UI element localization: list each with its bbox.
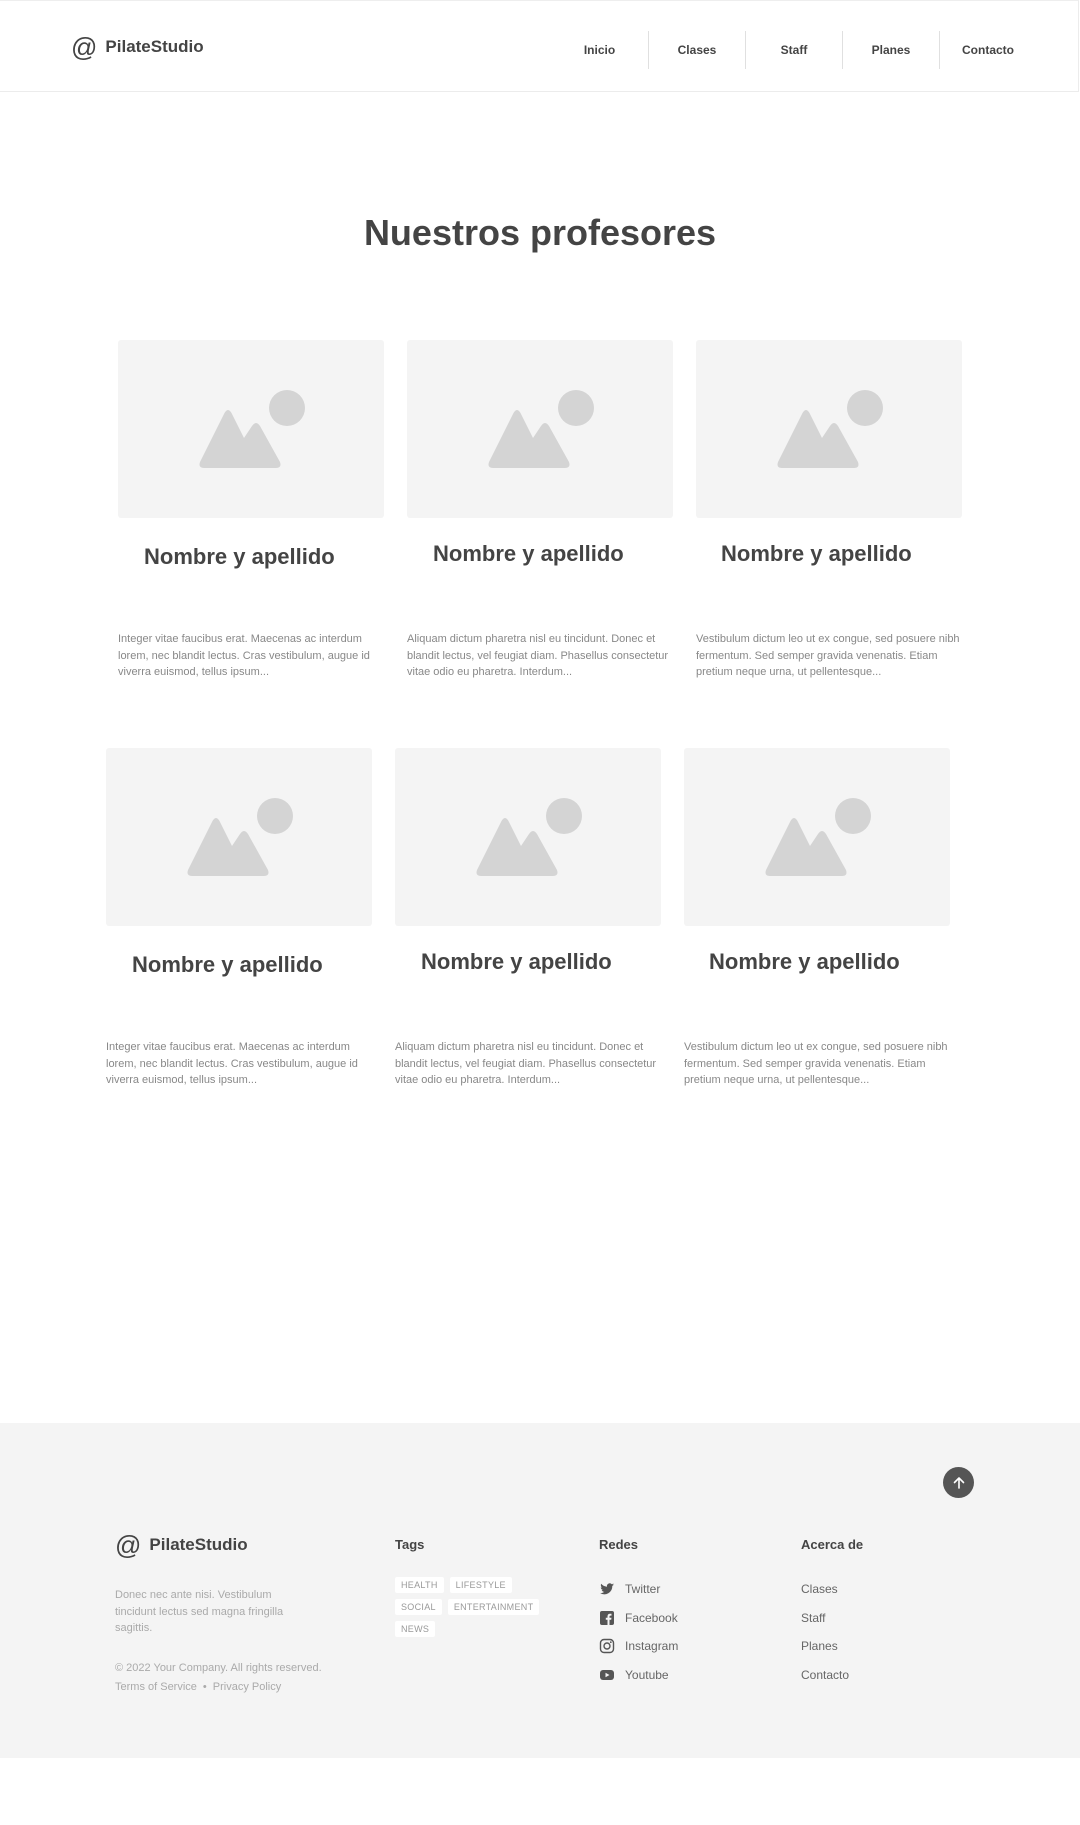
image-placeholder-icon (407, 340, 673, 518)
footer-brand-name: PilateStudio (149, 1535, 248, 1554)
terms-link[interactable]: Terms of Service (115, 1681, 197, 1693)
tag-health[interactable]: HEALTH (395, 1577, 444, 1593)
instagram-icon (599, 1639, 615, 1654)
teacher-name: Nombre y apellido (144, 544, 335, 569)
nav-item-staff[interactable]: Staff (746, 43, 842, 57)
teacher-card[interactable]: Nombre y apellido Aliquam dictum pharetr… (395, 748, 661, 1086)
nav-item-clases[interactable]: Clases (649, 43, 745, 57)
teacher-card[interactable]: Nombre y apellido Aliquam dictum pharetr… (407, 340, 673, 678)
footer-brand-logo[interactable]: @ PilateStudio (115, 1532, 248, 1558)
main-nav: Inicio Clases Staff Planes Contacto (551, 31, 1078, 69)
footer-link-staff[interactable]: Staff (801, 1604, 849, 1633)
facebook-icon (600, 1610, 614, 1625)
nav-item-inicio[interactable]: Inicio (551, 43, 648, 57)
youtube-label: Youtube (625, 1667, 669, 1682)
at-sign-icon: @ (71, 32, 98, 62)
social-heading: Redes (599, 1537, 639, 1552)
tags-heading: Tags (395, 1537, 425, 1552)
about-links: Clases Staff Planes Contacto (801, 1575, 849, 1689)
facebook-link[interactable]: Facebook (599, 1604, 678, 1633)
youtube-icon (600, 1669, 614, 1680)
twitter-link[interactable]: Twitter (599, 1575, 678, 1604)
youtube-link[interactable]: Youtube (599, 1661, 678, 1690)
about-heading: Acerca de (801, 1537, 864, 1552)
twitter-icon (600, 1583, 614, 1595)
brand-name: PilateStudio (105, 37, 204, 56)
footer-link-contacto[interactable]: Contacto (801, 1661, 849, 1690)
facebook-label: Facebook (625, 1610, 678, 1625)
arrow-up-icon (953, 1476, 964, 1489)
image-placeholder-icon (684, 748, 950, 926)
teacher-card[interactable]: Nombre y apellido Vestibulum dictum leo … (684, 748, 950, 1086)
nav-item-contacto[interactable]: Contacto (940, 43, 1078, 57)
image-placeholder-icon (106, 748, 372, 926)
tag-lifestyle[interactable]: LIFESTYLE (449, 1577, 512, 1593)
teacher-description: Vestibulum dictum leo ut ex congue, sed … (696, 633, 960, 678)
image-placeholder-icon (118, 340, 384, 518)
tag-social[interactable]: SOCIAL (395, 1599, 442, 1615)
teacher-description: Integer vitae faucibus erat. Maecenas ac… (106, 1041, 358, 1086)
teacher-card[interactable]: Nombre y apellido Integer vitae faucibus… (106, 748, 372, 1086)
teacher-name: Nombre y apellido (709, 949, 900, 974)
footer-copyright: © 2022 Your Company. All rights reserved… (115, 1662, 322, 1674)
social-links: Twitter Facebook Instagram Youtube (599, 1575, 678, 1689)
teacher-card[interactable]: Nombre y apellido Integer vitae faucibus… (118, 340, 384, 678)
teacher-name: Nombre y apellido (721, 541, 912, 566)
page-title: Nuestros profesores (363, 212, 717, 253)
teacher-description: Integer vitae faucibus erat. Maecenas ac… (118, 633, 370, 678)
brand-logo[interactable]: @ PilateStudio (71, 34, 204, 60)
legal-separator: • (202, 1681, 207, 1693)
privacy-link[interactable]: Privacy Policy (213, 1681, 281, 1693)
twitter-label: Twitter (625, 1582, 661, 1597)
tag-news[interactable]: NEWS (395, 1621, 436, 1637)
footer-description: Donec nec ante nisi. Vestibulum tincidun… (115, 1589, 284, 1634)
tag-entertainment[interactable]: ENTERTAINMENT (447, 1599, 540, 1615)
teacher-name: Nombre y apellido (132, 952, 323, 977)
footer-legal-links: Terms of Service • Privacy Policy (115, 1681, 281, 1693)
teacher-name: Nombre y apellido (433, 541, 624, 566)
footer-link-planes[interactable]: Planes (801, 1632, 849, 1661)
image-placeholder-icon (696, 340, 962, 518)
nav-item-planes[interactable]: Planes (843, 43, 939, 57)
image-placeholder-icon (395, 748, 661, 926)
footer-link-clases[interactable]: Clases (801, 1575, 849, 1604)
site-header: @ PilateStudio Inicio Clases Staff Plane… (0, 0, 1079, 92)
instagram-label: Instagram (625, 1639, 679, 1654)
teacher-name: Nombre y apellido (421, 949, 612, 974)
tags-list: HEALTH LIFESTYLE SOCIAL ENTERTAINMENT NE… (395, 1577, 555, 1637)
back-to-top-button[interactable] (943, 1467, 974, 1498)
teacher-description: Aliquam dictum pharetra nisl eu tincidun… (407, 633, 669, 678)
teacher-card[interactable]: Nombre y apellido Vestibulum dictum leo … (696, 340, 962, 678)
teacher-description: Vestibulum dictum leo ut ex congue, sed … (684, 1041, 948, 1086)
at-sign-icon: @ (115, 1530, 142, 1560)
teacher-description: Aliquam dictum pharetra nisl eu tincidun… (395, 1041, 657, 1086)
instagram-link[interactable]: Instagram (599, 1632, 678, 1661)
